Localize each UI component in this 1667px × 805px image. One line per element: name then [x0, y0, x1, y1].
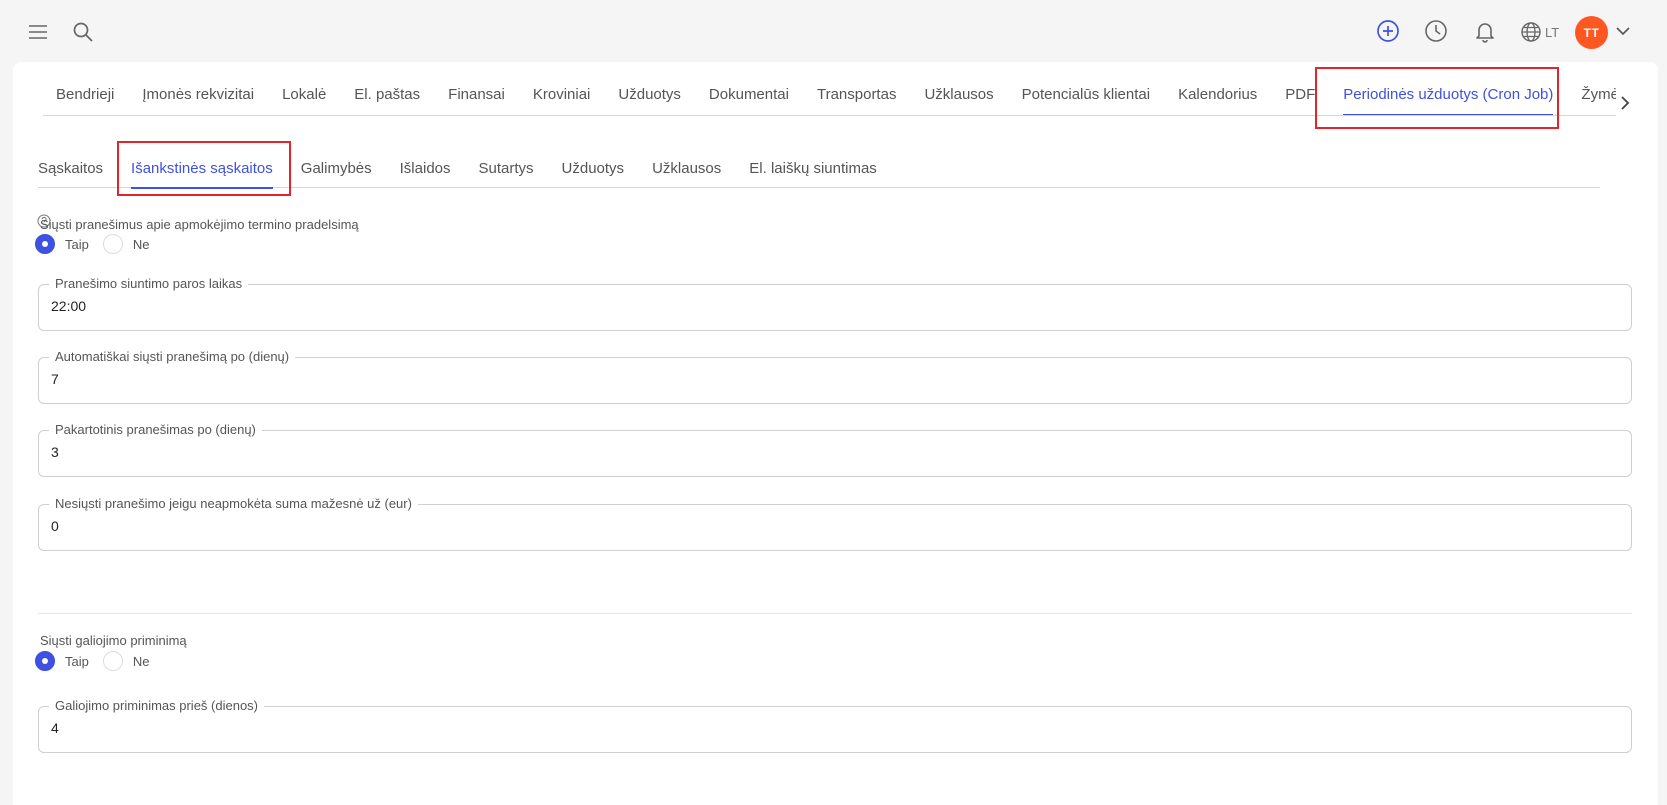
overdue-notice-radio-group: Taip Ne	[35, 234, 163, 254]
main-tabs: Bendrieji Įmonės rekvizitai Lokalė El. pašt…	[43, 86, 1616, 116]
bell-icon[interactable]	[1471, 17, 1499, 45]
search-icon[interactable]	[70, 19, 96, 45]
overdue-notice-label: Siųsti pranešimus apie apmokėjimo termin…	[40, 217, 359, 232]
tab-finansai[interactable]: Finansai	[448, 86, 505, 115]
min-amount-label: Nesiųsti pranešimo jeigu neapmokėta suma…	[49, 496, 418, 512]
send-time-label: Pranešimo siuntimo paros laikas	[49, 276, 249, 292]
repeat-after-field: Pakartotinis pranešimas po (dienų)	[38, 422, 1632, 477]
tab-transportas[interactable]: Transportas	[817, 86, 896, 115]
overdue-notice-no-label: Ne	[132, 236, 150, 252]
tab-kalendorius[interactable]: Kalendorius	[1178, 86, 1257, 115]
overdue-notice-no-radio[interactable]	[102, 234, 123, 254]
expiry-before-input[interactable]	[51, 720, 1611, 736]
tab-dokumentai[interactable]: Dokumentai	[709, 86, 789, 115]
subtab-saskaitos[interactable]: Sąskaitos	[38, 152, 103, 188]
auto-send-after-label: Automatiškai siųsti pranešimą po (dienų)	[49, 349, 296, 365]
subtab-isankstines-saskaitos[interactable]: Išankstinės sąskaitos	[131, 152, 273, 189]
subtab-el-laisku-siuntimas[interactable]: El. laiškų siuntimas	[749, 152, 877, 188]
tab-potencialus-klientai[interactable]: Potencialūs klientai	[1022, 86, 1150, 115]
top-bar: LT TT	[0, 0, 1667, 62]
expiry-before-label: Galiojimo priminimas prieš (dienos)	[49, 698, 265, 714]
globe-icon	[1521, 22, 1541, 42]
subtab-uzduotys[interactable]: Užduotys	[562, 152, 625, 188]
repeat-after-input[interactable]	[51, 444, 1611, 460]
send-time-input[interactable]	[51, 298, 1611, 314]
tab-el-pastas[interactable]: El. paštas	[354, 86, 420, 115]
add-circle-icon[interactable]	[1374, 17, 1402, 45]
tab-bendrieji[interactable]: Bendrieji	[56, 86, 114, 115]
tab-uzduotys[interactable]: Užduotys	[618, 86, 681, 115]
expiry-reminder-no-radio[interactable]	[102, 651, 123, 671]
expiry-reminder-no-label: Ne	[132, 653, 150, 669]
subtab-galimybes[interactable]: Galimybės	[301, 152, 372, 188]
overdue-notice-yes-radio[interactable]	[35, 234, 55, 254]
subtab-sutartys[interactable]: Sutartys	[479, 152, 534, 188]
tab-kroviniai[interactable]: Kroviniai	[533, 86, 591, 115]
tab-pdf[interactable]: PDF	[1285, 86, 1315, 115]
overdue-notice-yes-label: Taip	[65, 236, 89, 252]
tab-zymes[interactable]: Žymė	[1581, 86, 1616, 115]
settings-card: Bendrieji Įmonės rekvizitai Lokalė El. pašt…	[13, 62, 1658, 805]
tab-uzklausos[interactable]: Užklausos	[924, 86, 993, 115]
clock-icon[interactable]	[1422, 17, 1450, 45]
menu-icon[interactable]	[24, 20, 52, 44]
tab-periodines-uzduotys[interactable]: Periodinės užduotys (Cron Job)	[1343, 86, 1554, 115]
expiry-reminder-yes-label: Taip	[65, 653, 89, 669]
language-code: LT	[1545, 24, 1560, 40]
section-divider	[38, 613, 1632, 614]
auto-send-after-field: Automatiškai siųsti pranešimą po (dienų)	[38, 349, 1632, 404]
expiry-reminder-radio-group: Taip Ne	[35, 651, 163, 671]
language-selector[interactable]: LT	[1520, 19, 1568, 45]
chevron-down-icon[interactable]	[1612, 20, 1634, 42]
chevron-right-icon[interactable]	[1614, 92, 1636, 114]
expiry-reminder-yes-radio[interactable]	[35, 651, 55, 671]
subtab-islaidos[interactable]: Išlaidos	[400, 152, 451, 188]
sub-tabs: Sąskaitos Išankstinės sąskaitos Galimybės I…	[38, 152, 1600, 189]
expiry-before-field: Galiojimo priminimas prieš (dienos)	[38, 698, 1632, 753]
min-amount-field: Nesiųsti pranešimo jeigu neapmokėta suma…	[38, 496, 1632, 551]
send-time-field: Pranešimo siuntimo paros laikas	[38, 276, 1632, 331]
auto-send-after-input[interactable]	[51, 371, 1611, 387]
repeat-after-label: Pakartotinis pranešimas po (dienų)	[49, 422, 262, 438]
subtab-uzklausos[interactable]: Užklausos	[652, 152, 721, 188]
tab-imones-rekvizitai[interactable]: Įmonės rekvizitai	[142, 86, 254, 115]
min-amount-input[interactable]	[51, 518, 1611, 534]
avatar[interactable]: TT	[1575, 16, 1608, 49]
expiry-reminder-label: Siųsti galiojimo priminimą	[40, 633, 187, 648]
tab-lokale[interactable]: Lokalė	[282, 86, 326, 115]
